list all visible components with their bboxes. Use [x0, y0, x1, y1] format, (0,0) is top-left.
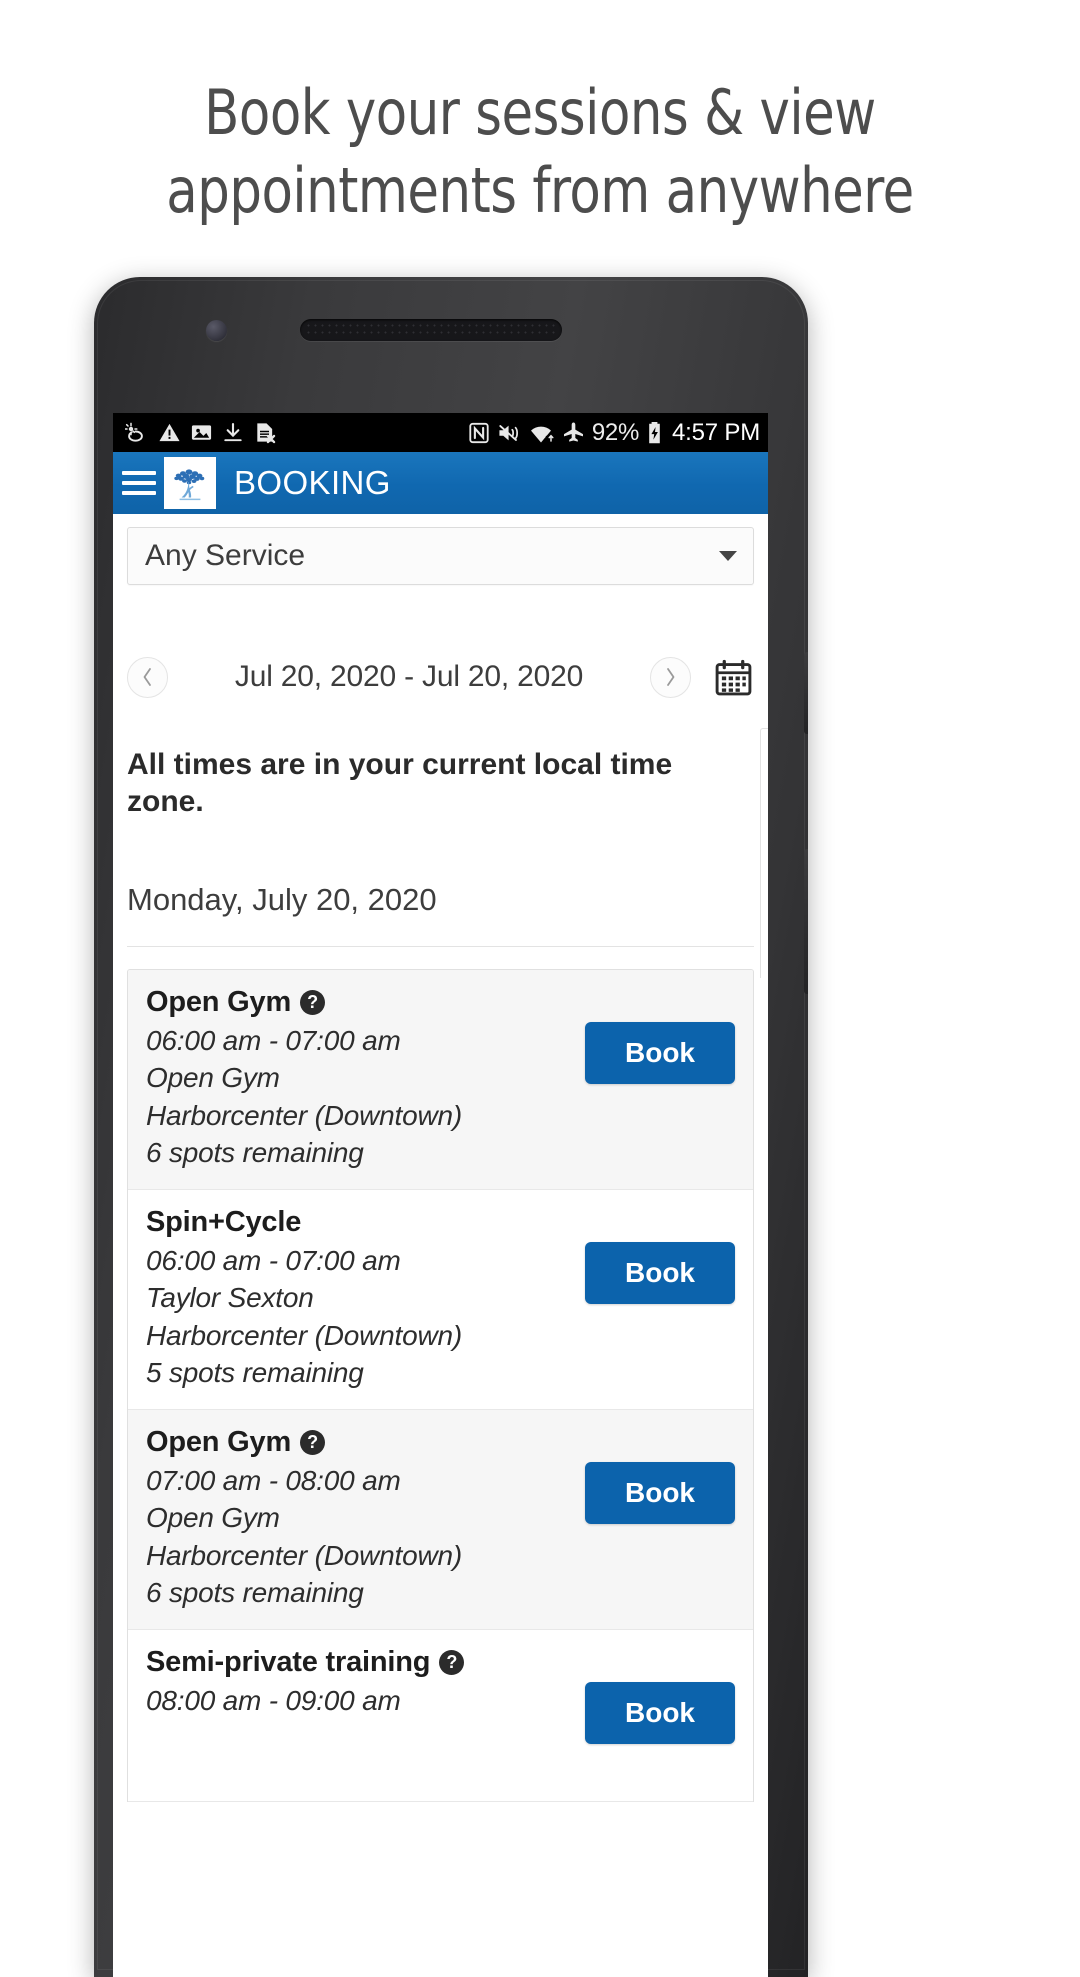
session-info: Open Gym ? 07:00 am - 08:00 am Open Gym …	[146, 1426, 571, 1611]
book-button[interactable]: Book	[585, 1022, 735, 1085]
session-time: 06:00 am - 07:00 am	[146, 1025, 401, 1057]
service-filter-wrap: Any Service	[113, 514, 768, 585]
session-location: Harborcenter (Downtown)	[146, 1099, 462, 1131]
session-row[interactable]: Spin+Cycle 06:00 am - 07:00 am Taylor Se…	[128, 1190, 753, 1411]
clock-time: 4:57 PM	[672, 418, 760, 446]
calendar-icon[interactable]	[713, 657, 754, 698]
session-info: Open Gym ? 06:00 am - 07:00 am Open Gym …	[146, 986, 571, 1171]
session-list: Open Gym ? 06:00 am - 07:00 am Open Gym …	[127, 969, 754, 1802]
brightness-auto-icon	[125, 421, 149, 445]
info-help-icon[interactable]: ?	[300, 990, 326, 1016]
session-provider: Open Gym	[146, 1502, 280, 1534]
wifi-icon	[529, 422, 555, 444]
book-button[interactable]: Book	[585, 1242, 735, 1305]
session-row[interactable]: Open Gym ? 07:00 am - 08:00 am Open Gym …	[128, 1410, 753, 1630]
session-time: 06:00 am - 07:00 am	[146, 1245, 401, 1277]
session-title-wrap: Open Gym ?	[146, 1426, 571, 1459]
sim-removed-icon	[253, 421, 276, 444]
date-navigation: Jul 20, 2020 - Jul 20, 2020	[113, 651, 768, 703]
date-range-label: Jul 20, 2020 - Jul 20, 2020	[234, 660, 584, 693]
promo-headline-line2: appointments from anywhere	[166, 154, 914, 227]
app-bar-title: BOOKING	[234, 464, 391, 501]
session-spots: 6 spots remaining	[146, 1576, 364, 1608]
session-title: Semi-private training	[146, 1646, 431, 1678]
status-bar: 92% 4:57 PM	[113, 413, 768, 452]
phone-mockup: 92% 4:57 PM BOOKING Any Service Jul 20, …	[94, 277, 808, 1977]
session-provider: Open Gym	[146, 1062, 280, 1094]
session-info: Spin+Cycle 06:00 am - 07:00 am Taylor Se…	[146, 1206, 571, 1391]
service-filter-select[interactable]: Any Service	[127, 527, 754, 585]
session-title: Open Gym	[146, 1426, 292, 1459]
status-bar-right-icons: 92% 4:57 PM	[468, 419, 760, 447]
session-time: 07:00 am - 08:00 am	[146, 1465, 401, 1497]
image-icon	[190, 421, 213, 444]
download-icon	[222, 421, 244, 444]
book-button[interactable]: Book	[585, 1462, 735, 1525]
session-title-wrap: Spin+Cycle	[146, 1206, 571, 1239]
volume-button[interactable]	[804, 652, 808, 734]
session-spots: 6 spots remaining	[146, 1136, 364, 1168]
service-filter-value: Any Service	[145, 539, 306, 572]
session-title-wrap: Semi-private training ?	[146, 1646, 571, 1679]
booking-content: Any Service Jul 20, 2020 - Jul 20, 2020	[113, 514, 768, 1977]
session-location: Harborcenter (Downtown)	[146, 1319, 462, 1351]
promo-headline-line1: Book your sessions & view	[204, 76, 876, 149]
session-title: Open Gym	[146, 986, 292, 1019]
session-provider: Taylor Sexton	[146, 1282, 314, 1314]
session-location: Harborcenter (Downtown)	[146, 1539, 462, 1571]
timezone-notice: All times are in your current local time…	[127, 748, 673, 818]
status-bar-left-icons	[125, 421, 276, 445]
info-help-icon[interactable]: ?	[300, 1430, 326, 1456]
chevron-down-icon	[719, 551, 737, 561]
vibrate-off-icon	[497, 422, 522, 444]
session-row[interactable]: Semi-private training ? 08:00 am - 09:00…	[128, 1630, 753, 1802]
battery-charging-icon	[646, 421, 663, 445]
battery-percentage: 92%	[591, 418, 640, 446]
book-button[interactable]: Book	[585, 1682, 735, 1744]
phone-screen: 92% 4:57 PM BOOKING Any Service Jul 20, …	[113, 413, 768, 1977]
tree-logo-icon	[164, 457, 216, 509]
earpiece-speaker	[300, 319, 562, 341]
session-spots: 5 spots remaining	[146, 1356, 364, 1388]
section-divider	[127, 946, 754, 948]
hamburger-menu-icon[interactable]	[122, 471, 156, 495]
app-bar: BOOKING	[113, 452, 768, 514]
airplane-mode-icon	[562, 421, 585, 444]
session-time: 08:00 am - 09:00 am	[146, 1685, 401, 1716]
phone-top-bezel	[94, 277, 808, 413]
warning-icon	[158, 421, 181, 444]
session-info: Semi-private training ? 08:00 am - 09:00…	[146, 1646, 571, 1719]
chevron-left-icon[interactable]	[127, 656, 168, 698]
day-title: Monday, July 20, 2020	[127, 882, 437, 918]
scroll-edge	[760, 728, 768, 978]
info-help-icon[interactable]: ?	[439, 1650, 465, 1675]
session-row[interactable]: Open Gym ? 06:00 am - 07:00 am Open Gym …	[128, 970, 753, 1191]
nfc-icon	[468, 422, 490, 444]
session-title: Spin+Cycle	[146, 1206, 302, 1239]
session-title-wrap: Open Gym ?	[146, 986, 571, 1019]
promo-headline: Book your sessions & view appointments f…	[43, 82, 1037, 222]
chevron-right-icon[interactable]	[650, 656, 691, 698]
power-button[interactable]	[804, 849, 808, 994]
front-camera-icon	[206, 320, 227, 341]
